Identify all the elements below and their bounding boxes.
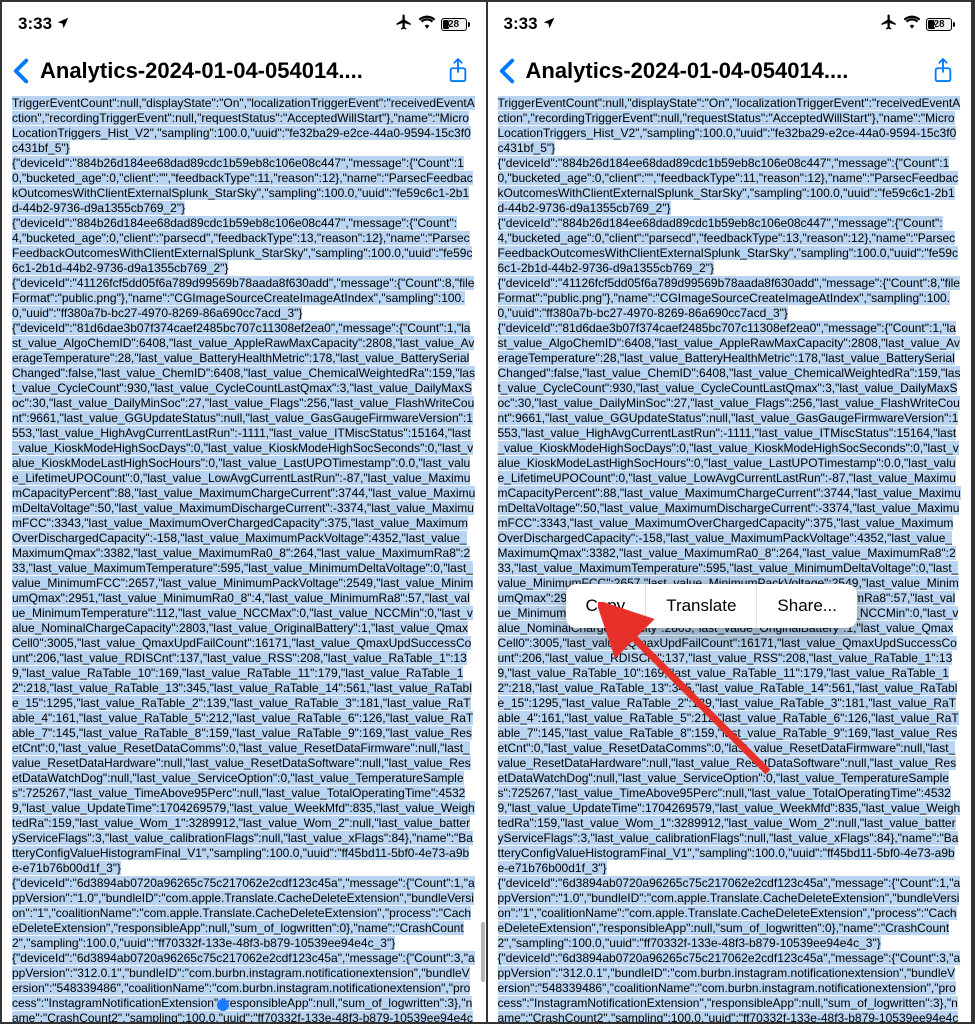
status-bar: 3:33 28 [2, 2, 486, 46]
wifi-icon [903, 14, 921, 34]
nav-bar: Analytics-2024-01-04-054014.... [488, 46, 972, 96]
log-content[interactable]: TriggerEventCount":null,"displayState":"… [488, 96, 972, 1022]
copy-menu-item[interactable]: Copy [566, 584, 647, 628]
battery-icon: 28 [441, 18, 470, 31]
selection-handle[interactable] [217, 999, 229, 1011]
location-icon [542, 16, 556, 33]
status-time: 3:33 [18, 14, 52, 34]
nav-bar: Analytics-2024-01-04-054014.... [2, 46, 486, 96]
share-button[interactable] [925, 51, 961, 91]
back-button[interactable] [494, 51, 520, 91]
airplane-icon [395, 13, 413, 36]
context-menu: Copy Translate Share... [566, 584, 857, 628]
back-button[interactable] [8, 51, 34, 91]
share-button[interactable] [440, 51, 476, 91]
left-screenshot: 3:33 28 Analytics-2024-01- [2, 2, 488, 1022]
translate-menu-item[interactable]: Translate [646, 584, 757, 628]
battery-icon: 28 [926, 18, 955, 31]
page-title: Analytics-2024-01-04-054014.... [520, 58, 926, 84]
location-icon [56, 16, 70, 33]
share-menu-item[interactable]: Share... [757, 584, 857, 628]
airplane-icon [880, 13, 898, 36]
status-time: 3:33 [504, 14, 538, 34]
status-bar: 3:33 28 [488, 2, 972, 46]
page-title: Analytics-2024-01-04-054014.... [34, 58, 440, 84]
scrollbar[interactable] [481, 102, 485, 1012]
log-content[interactable]: TriggerEventCount":null,"displayState":"… [2, 96, 486, 1022]
wifi-icon [418, 14, 436, 34]
right-screenshot: 3:33 28 Analytics-2024-01- [488, 2, 974, 1022]
